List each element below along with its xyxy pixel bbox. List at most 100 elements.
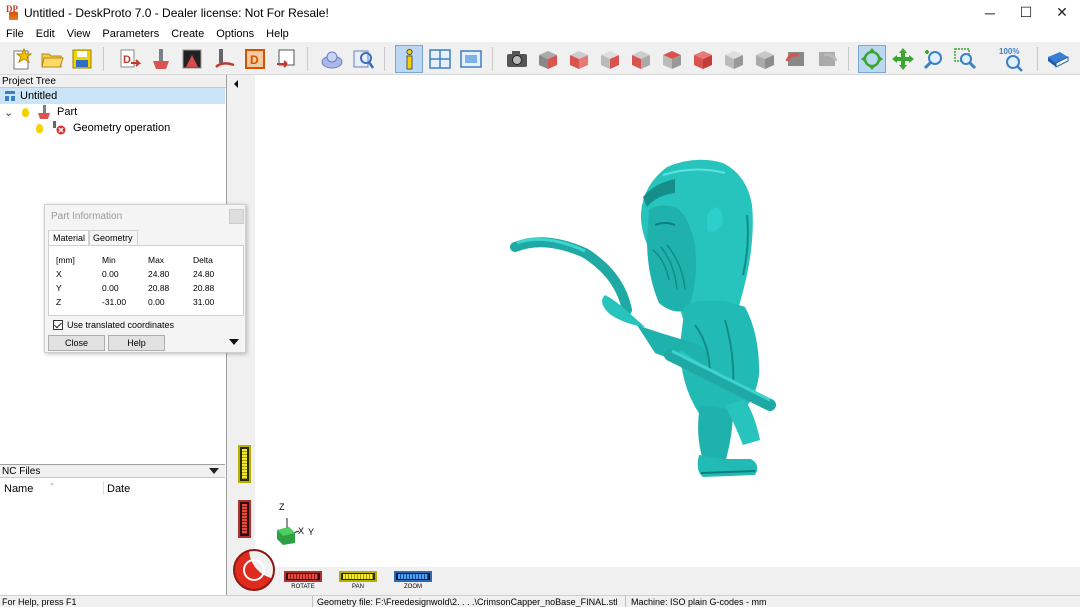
tree-label-untitled: Untitled (20, 90, 58, 102)
maximize-button[interactable]: ☐ (1008, 0, 1044, 25)
nc-files-dropdown-icon[interactable] (209, 468, 219, 474)
simulation-icon[interactable] (318, 45, 346, 73)
close-button[interactable]: Close (48, 335, 105, 351)
menu-parameters[interactable]: Parameters (96, 28, 165, 40)
view-cube-icon[interactable] (751, 45, 779, 73)
tree-label-geometry-operation: Geometry operation (73, 122, 171, 134)
view-right-icon[interactable] (658, 45, 686, 73)
expand-dialog-arrow-icon[interactable] (229, 339, 239, 345)
layout-icon[interactable] (426, 45, 454, 73)
new-project-icon[interactable] (8, 45, 36, 73)
visibility-bulb-icon[interactable] (36, 123, 43, 133)
axis-z-label: Z (279, 502, 285, 512)
part-icon (37, 105, 51, 119)
rotate-dial-icon[interactable] (233, 549, 275, 591)
view-left-icon[interactable] (627, 45, 655, 73)
part-parameters-icon[interactable] (147, 45, 175, 73)
view-bottom-icon[interactable] (720, 45, 748, 73)
nc-files-title: NC Files (2, 466, 41, 477)
row-z-delta: 31.00 (193, 297, 215, 307)
menu-create[interactable]: Create (165, 28, 210, 40)
camera-icon[interactable] (503, 45, 531, 73)
status-help: For Help, press F1 (2, 597, 77, 607)
view-front-icon[interactable] (565, 45, 593, 73)
row-x-delta: 24.80 (193, 269, 215, 279)
collapse-panel-arrow-icon[interactable] (234, 80, 238, 88)
menu-file[interactable]: File (0, 28, 30, 40)
translated-coordinates-label: Use translated coordinates (67, 320, 175, 330)
zoom-100-icon[interactable]: 100% (999, 45, 1027, 73)
header-delta: Delta (193, 255, 213, 265)
tab-material[interactable]: Material (48, 230, 91, 246)
rotate-slider-horizontal[interactable] (284, 571, 322, 582)
project-tree-header: Project Tree (0, 75, 226, 88)
toolpath-icon[interactable] (210, 45, 238, 73)
tree-item-geometry-operation[interactable]: Geometry operation (36, 120, 170, 136)
translated-coordinates-option[interactable]: Use translated coordinates (53, 320, 174, 330)
dialog-close-box[interactable] (229, 209, 244, 224)
menu-bar: File Edit View Parameters Create Options… (0, 25, 1080, 42)
column-name[interactable]: Name (4, 483, 33, 495)
pan-label: PAN (352, 584, 364, 590)
save-icon[interactable] (68, 45, 96, 73)
menu-help[interactable]: Help (260, 28, 295, 40)
export-icon[interactable] (272, 45, 300, 73)
pan-slider-horizontal[interactable] (339, 571, 377, 582)
gnome-model[interactable] (510, 159, 776, 477)
row-x-axis: X (56, 269, 62, 279)
redo-view-icon[interactable] (813, 45, 841, 73)
3d-viewport[interactable]: Z X Y (255, 75, 1080, 567)
header-unit: [mm] (56, 255, 75, 265)
zoom-tool-icon[interactable] (920, 45, 948, 73)
header-max: Max (148, 255, 165, 265)
window-title: Untitled - DeskProto 7.0 - Dealer licens… (24, 5, 329, 20)
svg-text:D: D (250, 53, 259, 67)
help-button[interactable]: Help (108, 335, 165, 351)
svg-text:D: D (123, 54, 131, 66)
load-geometry-icon[interactable]: D (115, 45, 143, 73)
pan-slider-vertical[interactable] (238, 445, 251, 483)
tree-item-part[interactable]: ⌄ Part (4, 104, 77, 120)
collapse-chevron-icon[interactable]: ⌄ (4, 106, 18, 119)
minimize-button[interactable]: ─ (972, 0, 1008, 25)
close-window-button[interactable]: ✕ (1044, 0, 1080, 25)
zoom-window-icon[interactable] (951, 45, 979, 73)
translated-coordinates-checkbox[interactable] (53, 320, 63, 330)
view-top-icon[interactable] (689, 45, 717, 73)
rotate-label: ROTATE (291, 584, 315, 590)
row-y-delta: 20.88 (193, 283, 215, 293)
rotate-slider-vertical[interactable] (238, 500, 251, 538)
menu-edit[interactable]: Edit (30, 28, 61, 40)
view-iso-icon[interactable] (534, 45, 562, 73)
preview-search-icon[interactable] (349, 45, 377, 73)
row-y-axis: Y (56, 283, 62, 293)
rotate-tool-icon[interactable] (858, 45, 886, 73)
window-view-icon[interactable] (457, 45, 485, 73)
dimensions-table: [mm] Min Max Delta X 0.00 24.80 24.80 Y … (48, 245, 244, 316)
zoom-slider-horizontal[interactable] (394, 571, 432, 582)
model-canvas[interactable]: Z X Y (255, 75, 1080, 567)
sort-indicator-icon: ⌄ (49, 480, 55, 487)
undo-view-icon[interactable] (782, 45, 810, 73)
open-folder-icon[interactable] (38, 45, 66, 73)
row-x-min: 0.00 (102, 269, 119, 279)
row-z-axis: Z (56, 297, 62, 307)
info-icon[interactable] (395, 45, 423, 73)
row-y-max: 20.88 (148, 283, 170, 293)
dimension-icon[interactable]: D (241, 45, 269, 73)
tab-geometry[interactable]: Geometry (88, 230, 138, 246)
project-icon (4, 90, 16, 102)
pan-tool-icon[interactable] (889, 45, 917, 73)
column-date[interactable]: Date (107, 483, 130, 495)
view-back-icon[interactable] (596, 45, 624, 73)
menu-view[interactable]: View (61, 28, 97, 40)
help-book-icon[interactable] (1044, 45, 1072, 73)
menu-options[interactable]: Options (210, 28, 260, 40)
nc-files-columns: Name ⌄ Date (0, 479, 225, 497)
operation-parameters-icon[interactable] (178, 45, 206, 73)
zoom-label: ZOOM (404, 584, 422, 590)
row-x-max: 24.80 (148, 269, 170, 279)
operation-error-icon (51, 121, 67, 135)
visibility-bulb-icon[interactable] (22, 107, 29, 117)
tree-item-untitled[interactable]: Untitled (0, 88, 225, 104)
